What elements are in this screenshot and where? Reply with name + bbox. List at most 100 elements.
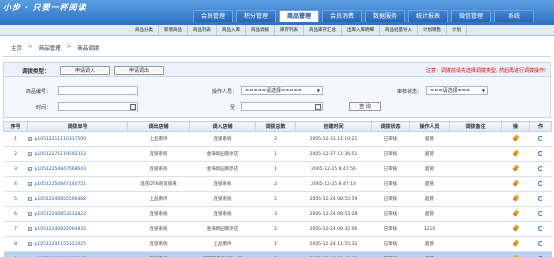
cell-time: 2005-12-24 08:32:06 [295,221,372,237]
table-row[interactable]: 6 + p10512240853232823 连锁系统 连锁系统 3 2005-1… [3,206,552,222]
cell-actions [501,161,530,177]
subnav-stock-list[interactable]: 库存列表 [275,25,304,36]
subnav-plan-sale[interactable]: 计划销售 [418,25,447,36]
order-number[interactable]: p10512241155321025 [35,242,87,247]
table-row[interactable]: 9 +p10512160240008807 连锁系统 华钢百货户372—国 2 … [3,251,552,257]
order-number[interactable]: p10512240855590468 [35,197,87,202]
goods-no-input[interactable] [58,86,138,95]
nav-wechat[interactable]: 微信管理 [451,10,491,22]
pencil-icon[interactable] [512,179,519,187]
subnav-transfer[interactable]: 商品调拨 [246,25,275,36]
plus-box-icon[interactable]: + [27,181,32,186]
table-row[interactable]: 1 + p10512311110317500 上品南坪 连锁系统 2 2005-1… [3,131,552,147]
subnav-import[interactable]: 商品批量导入 [380,25,418,36]
order-number[interactable]: p10512271119592312 [35,152,87,157]
refresh-icon[interactable] [538,180,543,186]
cell-out-store: 上品南坪 [127,191,190,207]
order-number[interactable]: p10512250847568643 [35,167,87,172]
cell-order[interactable]: + p10512311110317500 [27,131,128,147]
cell-remark [449,161,502,177]
cell-actions [501,191,530,207]
cell-status: 已审核 [371,236,410,252]
operator-select[interactable]: =====请选择===== ▼ [241,86,323,95]
cell-order[interactable]: + p10512250847140751 [27,176,128,192]
subnav-plan[interactable]: 计划 [447,25,467,36]
cell-order[interactable]: + p10512240855590468 [27,191,128,207]
cell-in-store: 金海新园南亭店 [189,221,256,237]
refresh-icon[interactable] [538,150,543,156]
nav-data[interactable]: 数据服务 [365,10,405,22]
nav-member[interactable]: 会员管理 [193,10,233,22]
plus-box-icon[interactable]: + [27,211,32,216]
refresh-icon[interactable] [538,165,543,171]
audit-status-select-value: ===请选择=== [430,88,471,94]
refresh-icon[interactable] [538,135,543,141]
pencil-icon[interactable] [512,239,519,247]
order-number[interactable]: p10512240832064932 [35,227,87,232]
order-number[interactable]: p10512311110317500 [35,137,87,142]
apply-in-button[interactable]: 申请调入 [60,66,110,75]
pencil-icon[interactable] [512,194,519,202]
plus-box-icon[interactable]: + [27,151,32,156]
table-row[interactable]: 8 + p10512241155321025 连锁系统 上品南坪 1 2005-1… [3,236,552,252]
cell-order[interactable]: + p10512240853232823 [27,206,128,222]
plus-box-icon[interactable]: + [27,136,32,141]
plus-box-icon[interactable]: + [27,166,32,171]
subnav-instock[interactable]: 商品入库 [217,25,246,36]
refresh-icon[interactable] [538,225,543,231]
apply-out-button[interactable]: 申请调出 [114,66,164,75]
table-row[interactable]: 3 + p10512250847568643 连锁系统 金海新园南亭店 1 200… [3,161,552,177]
cell-order[interactable]: + p10512250847568643 [27,161,128,177]
pencil-icon[interactable] [512,224,519,232]
refresh-icon[interactable] [538,195,543,201]
subnav-io-detail[interactable]: 出库入库明细 [342,25,380,36]
plus-box-icon[interactable]: + [27,241,32,246]
cell-time: 2005-12-24 08:53:28 [295,206,372,222]
nav-report[interactable]: 统计报表 [408,10,448,22]
subnav-new[interactable]: 新增商品 [159,25,188,36]
calendar-icon[interactable] [315,104,321,110]
chevron-down-icon: ▼ [316,88,320,93]
end-date-input[interactable] [241,102,323,111]
nav-consume[interactable]: 会员消费 [322,10,362,22]
refresh-icon[interactable] [538,240,543,246]
cell-actions [501,206,530,222]
table-row[interactable]: 7 + p10512240832064932 连锁系统 金海新园南亭店 2 200… [3,221,552,237]
start-date-input[interactable] [58,102,138,111]
plus-box-icon[interactable]: + [27,226,32,231]
cell-no: 6 [3,206,28,222]
pencil-icon[interactable] [512,149,519,157]
query-button[interactable]: 查 询 [349,102,381,111]
cell-operator: 超管 [409,191,450,207]
audit-status-select[interactable]: ===请选择=== ▼ [426,86,488,95]
cell-actions-2 [529,161,552,177]
transfer-type-label: 调拨类型： [22,69,50,75]
cell-qty: 2 [255,191,296,207]
refresh-icon[interactable] [538,210,543,216]
subnav-list[interactable]: 商品列表 [188,25,217,36]
cell-order[interactable]: + p10512240832064932 [27,221,128,237]
cell-order[interactable]: + p10512271119592312 [27,146,128,162]
cell-order[interactable]: + p10512241155321025 [27,236,128,252]
cell-qty: 2 [255,131,296,147]
pencil-icon[interactable] [512,134,519,142]
nav-system[interactable]: 系统 [494,10,534,22]
table-row[interactable]: 5 + p10512240855590468 上品南坪 连锁系统 2 2005-1… [3,191,552,207]
col-status: 调拨状态 [371,121,410,132]
col-time: 创建时间 [295,121,372,132]
pencil-icon[interactable] [512,164,519,172]
order-number[interactable]: p10512240853232823 [35,212,87,217]
nav-goods[interactable]: 商品管理 [279,10,319,22]
order-number[interactable]: p10512250847140751 [35,182,87,187]
plus-box-icon[interactable]: + [27,196,32,201]
table-row[interactable]: 4 + p10512250847140751 莲花DTN商贸盘来 连锁系统 2 2… [3,176,552,192]
subnav-category[interactable]: 商品分类 [130,25,159,36]
breadcrumb-goods[interactable]: 商品管理 [39,44,61,52]
calendar-icon[interactable] [130,104,136,110]
pencil-icon[interactable] [512,209,519,217]
subnav-stock-summary[interactable]: 商品库存汇总 [304,25,342,36]
breadcrumb-home[interactable]: 主页 [11,44,22,52]
nav-points[interactable]: 积分管理 [236,10,276,22]
table-row[interactable]: 2 + p10512271119592312 连锁系统 金海新园南亭店 1 200… [3,146,552,162]
cell-order[interactable]: +p10512160240008807 [27,251,128,257]
